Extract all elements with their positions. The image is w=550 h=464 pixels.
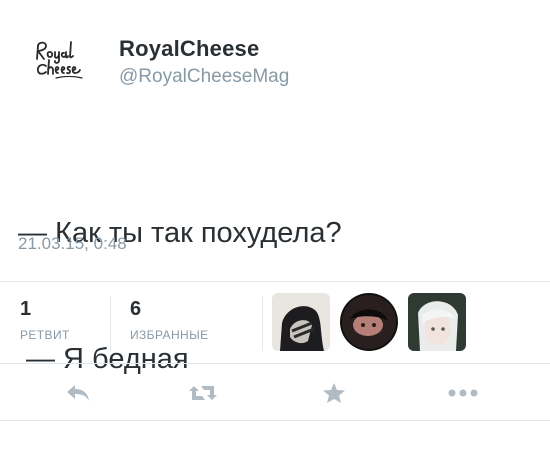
favoriter-avatar[interactable] [340,293,398,351]
tweet-stats: 1 РЕТВИТ 6 ИЗБРАННЫЕ [0,281,550,364]
more-button[interactable] [443,378,483,408]
tweet-actions [0,364,550,420]
favorites-count: 6 [130,298,142,320]
reply-button[interactable] [58,378,98,408]
user-avatar[interactable] [20,30,104,90]
favorites-stat[interactable]: 6 ИЗБРАННЫЕ [110,282,262,363]
retweet-button[interactable] [183,378,223,408]
retweets-label: РЕТВИТ [20,328,70,342]
tweet-timestamp[interactable]: 21.03.15, 0:48 [18,234,127,254]
favorites-label: ИЗБРАННЫЕ [130,328,209,342]
bottom-divider [0,420,550,421]
retweets-stat[interactable]: 1 РЕТВИТ [0,282,110,363]
more-icon [448,389,478,397]
user-handle[interactable]: @RoyalCheeseMag [119,66,289,88]
retweets-count: 1 [20,298,32,320]
stats-divider [262,296,263,351]
user-name[interactable]: RoyalCheese [119,36,259,62]
retweet-icon [189,386,217,400]
royal-cheese-logo-icon [36,41,83,79]
star-icon [323,383,345,403]
favoriter-avatar[interactable] [408,293,466,351]
favorite-button[interactable] [314,378,354,408]
tweet-card: RoyalCheese @RoyalCheeseMag — Как ты так… [0,0,550,426]
favoriter-avatar[interactable] [272,293,330,351]
reply-icon [67,385,89,401]
